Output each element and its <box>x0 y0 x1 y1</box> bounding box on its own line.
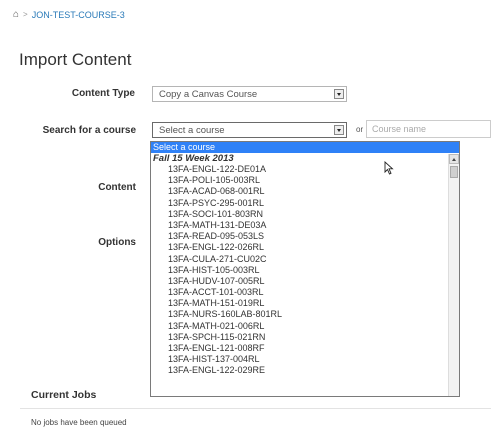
dropdown-option[interactable]: 13FA-ACAD-068-001RL <box>151 186 459 197</box>
chevron-down-icon <box>334 125 344 135</box>
dropdown-option[interactable]: 13FA-HIST-105-003RL <box>151 265 459 276</box>
divider <box>20 408 491 409</box>
chevron-right-icon: > <box>23 10 28 19</box>
dropdown-option[interactable]: 13FA-MATH-151-019RL <box>151 298 459 309</box>
course-dropdown-list[interactable]: Select a course Fall 15 Week 2013 13FA-E… <box>150 141 460 397</box>
content-type-value: Copy a Canvas Course <box>159 89 258 100</box>
or-label: or <box>356 125 364 134</box>
home-icon[interactable]: ⌂ <box>13 9 19 20</box>
search-course-value: Select a course <box>159 125 225 136</box>
content-type-label: Content Type <box>71 88 135 99</box>
course-name-placeholder: Course name <box>372 124 427 134</box>
dropdown-option[interactable]: 13FA-MATH-131-DE03A <box>151 220 459 231</box>
scroll-up-icon[interactable] <box>449 154 459 164</box>
dropdown-option[interactable]: 13FA-ACCT-101-003RL <box>151 287 459 298</box>
jobs-empty-message: No jobs have been queued <box>31 418 127 427</box>
dropdown-option[interactable]: 13FA-PSYC-295-001RL <box>151 198 459 209</box>
mouse-cursor-icon <box>384 161 394 175</box>
dropdown-scrollbar[interactable] <box>448 154 459 396</box>
dropdown-option[interactable]: 13FA-ENGL-122-026RL <box>151 242 459 253</box>
dropdown-group-label: Fall 15 Week 2013 <box>153 153 234 164</box>
dropdown-option[interactable]: 13FA-ENGL-122-029RE <box>151 365 459 376</box>
dropdown-option[interactable]: 13FA-ENGL-122-DE01A <box>151 164 459 175</box>
search-course-label: Search for a course <box>42 125 136 136</box>
dropdown-option[interactable]: 13FA-MATH-021-006RL <box>151 321 459 332</box>
breadcrumb: ⌂ > JON-TEST-COURSE-3 <box>13 9 125 20</box>
dropdown-option[interactable]: 13FA-SPCH-115-021RN <box>151 332 459 343</box>
breadcrumb-course-link[interactable]: JON-TEST-COURSE-3 <box>32 10 125 20</box>
dropdown-option[interactable]: 13FA-READ-095-053LS <box>151 231 459 242</box>
dropdown-option-selected[interactable]: Select a course <box>151 142 459 153</box>
content-type-select[interactable]: Copy a Canvas Course <box>152 86 347 102</box>
dropdown-option[interactable]: 13FA-CULA-271-CU02C <box>151 254 459 265</box>
dropdown-option[interactable]: 13FA-SOCI-101-803RN <box>151 209 459 220</box>
scroll-thumb[interactable] <box>450 166 458 178</box>
dropdown-option[interactable]: 13FA-ENGL-121-008RF <box>151 343 459 354</box>
current-jobs-heading: Current Jobs <box>31 389 97 401</box>
chevron-down-icon <box>334 89 344 99</box>
course-name-input[interactable]: Course name <box>366 120 491 138</box>
dropdown-option[interactable]: 13FA-HIST-137-004RL <box>151 354 459 365</box>
content-label: Content <box>98 182 136 193</box>
options-label: Options <box>98 237 136 248</box>
dropdown-option[interactable]: 13FA-NURS-160LAB-801RL <box>151 309 459 320</box>
dropdown-option[interactable]: 13FA-HUDV-107-005RL <box>151 276 459 287</box>
search-course-select[interactable]: Select a course <box>152 122 347 138</box>
page-title: Import Content <box>19 50 132 69</box>
dropdown-option[interactable]: 13FA-POLI-105-003RL <box>151 175 459 186</box>
